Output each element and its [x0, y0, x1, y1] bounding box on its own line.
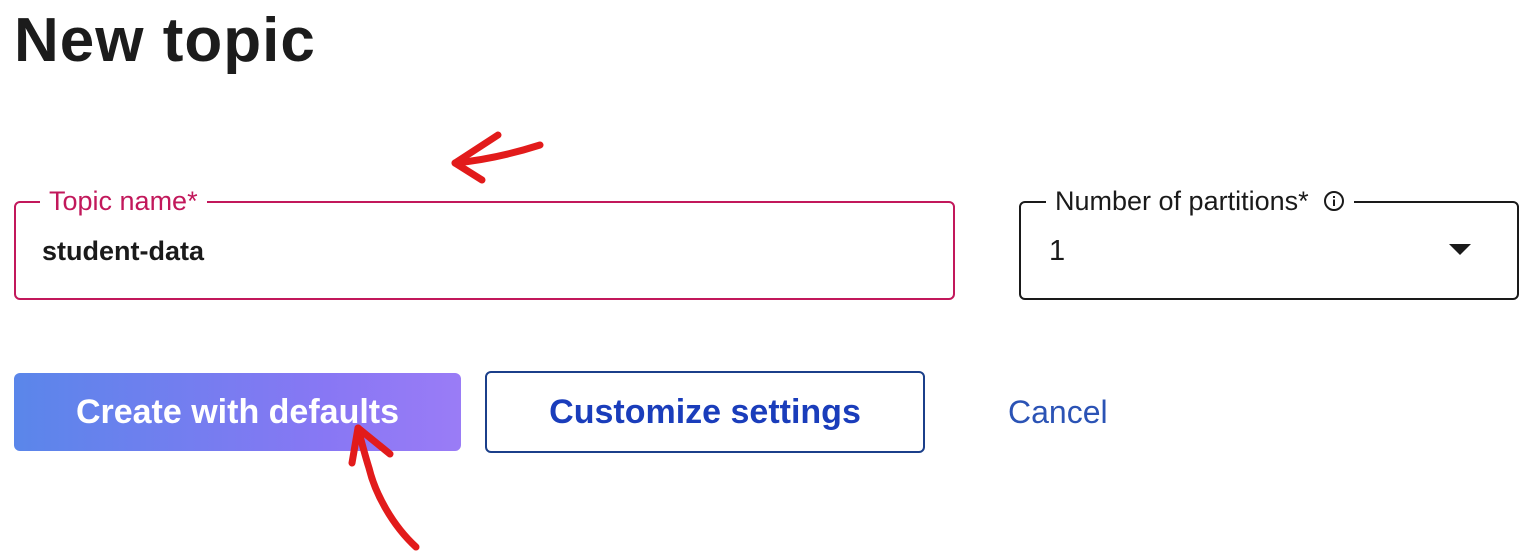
partitions-select[interactable]: Number of partitions* 1 — [1019, 186, 1519, 300]
page-title: New topic — [14, 6, 316, 75]
create-with-defaults-button[interactable]: Create with defaults — [14, 373, 461, 451]
info-icon[interactable] — [1323, 190, 1345, 212]
annotation-arrow-top — [451, 141, 544, 167]
topic-name-label: Topic name* — [40, 186, 207, 216]
annotation-arrowhead-top — [451, 131, 502, 184]
partitions-label: Number of partitions* — [1055, 186, 1309, 216]
chevron-down-icon[interactable] — [1449, 244, 1471, 255]
topic-name-input[interactable]: student-data — [42, 233, 204, 269]
cancel-button[interactable]: Cancel — [1008, 390, 1108, 434]
partitions-label-wrap: Number of partitions* — [1046, 186, 1354, 216]
partitions-value: 1 — [1049, 235, 1066, 267]
customize-settings-button[interactable]: Customize settings — [485, 371, 925, 453]
topic-name-field[interactable]: Topic name* student-data — [14, 186, 955, 300]
